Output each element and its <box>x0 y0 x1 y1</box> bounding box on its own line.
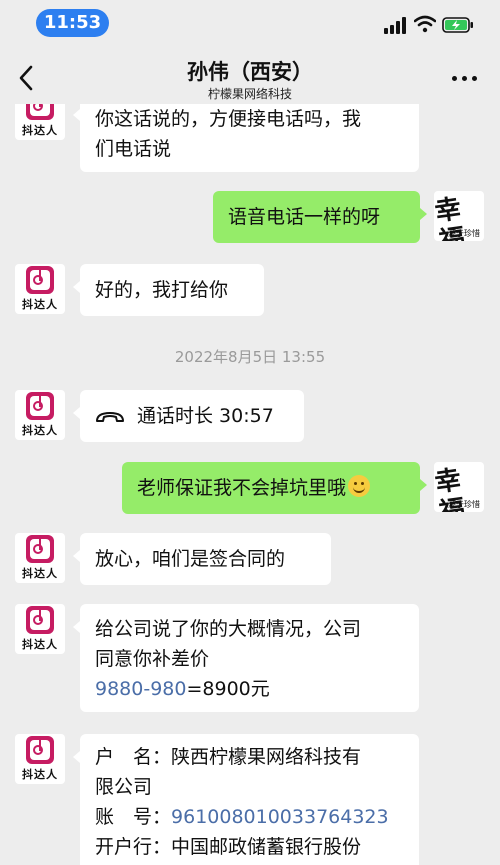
avatar-small-text: 源于珍惜 <box>448 500 480 509</box>
status-bar: 11:53 <box>0 0 500 48</box>
message-bubble-outgoing[interactable]: 语音电话一样的呀 <box>213 191 427 243</box>
message-link[interactable]: 9880-980 <box>95 678 186 700</box>
message-text: 限公司 <box>95 776 153 798</box>
message-text: 你这话说的，方便接电话吗，我 <box>95 108 362 130</box>
chat-header: 孙伟（西安） 柠檬果网络科技 <box>0 48 500 104</box>
chat-title: 孙伟（西安） <box>187 60 313 84</box>
phone-handset-icon <box>96 411 124 422</box>
status-time: 11:53 <box>36 9 109 37</box>
account-number-link[interactable]: 961008010033764323 <box>171 806 389 828</box>
my-avatar[interactable]: 幸福 源于珍惜 <box>434 191 484 241</box>
contact-avatar[interactable]: 抖达人 <box>15 264 65 314</box>
avatar-caption: 抖达人 <box>22 768 58 781</box>
avatar-caption: 抖达人 <box>22 638 58 651</box>
call-duration-text: 通话时长 30:57 <box>137 405 274 427</box>
message-text: =8900元 <box>186 678 270 700</box>
contact-avatar[interactable]: 抖达人 <box>15 390 65 440</box>
message-bubble-incoming[interactable]: 你这话说的，方便接电话吗，我 们电话说 <box>73 104 419 172</box>
avatar-caption: 抖达人 <box>22 424 58 437</box>
contact-avatar[interactable]: 抖达人 <box>15 734 65 784</box>
more-dots-icon[interactable] <box>452 76 478 82</box>
message-bubble-incoming[interactable]: 给公司说了你的大概情况，公司 同意你补差价 9880-980=8900元 <box>73 604 419 712</box>
message-text: 户 名：陕西柠檬果网络科技有 <box>95 746 362 768</box>
account-label: 账 号： <box>95 806 172 828</box>
message-timestamp: 2022年8月5日 13:55 <box>174 348 326 366</box>
smile-emoji-icon <box>348 475 371 497</box>
message-bubble-incoming[interactable]: 好的，我打给你 <box>73 264 264 316</box>
message-text: 语音电话一样的呀 <box>228 206 381 228</box>
message-text: 老师保证我不会掉坑里哦 <box>137 477 347 499</box>
chat-subtitle: 柠檬果网络科技 <box>207 87 292 101</box>
message-text: 们电话说 <box>95 138 172 160</box>
contact-avatar[interactable]: 抖达人 <box>15 533 65 583</box>
my-avatar[interactable]: 幸福 源于珍惜 <box>434 462 484 512</box>
contact-avatar[interactable]: 抖达人 <box>15 604 65 654</box>
message-text: 同意你补差价 <box>95 648 210 670</box>
message-bubble-incoming[interactable]: 户 名：陕西柠檬果网络科技有 限公司 账 号：96100801003376432… <box>73 734 419 865</box>
avatar-small-text: 源于珍惜 <box>448 229 480 238</box>
call-record-bubble[interactable]: 通话时长 30:57 <box>73 390 304 442</box>
message-text: 开户行：中国邮政储蓄银行股份 <box>95 836 362 858</box>
message-bubble-outgoing[interactable]: 老师保证我不会掉坑里哦 <box>122 462 427 514</box>
avatar-caption: 抖达人 <box>22 124 58 137</box>
avatar-caption: 抖达人 <box>22 298 58 311</box>
message-text: 放心，咱们是签合同的 <box>95 548 286 570</box>
battery-charging-icon <box>442 17 473 33</box>
contact-avatar[interactable]: 抖达人 <box>15 104 65 140</box>
message-bubble-incoming[interactable]: 放心，咱们是签合同的 <box>73 533 331 585</box>
signal-icon <box>384 17 408 34</box>
message-text: 好的，我打给你 <box>95 279 229 301</box>
avatar-caption: 抖达人 <box>22 567 58 580</box>
wifi-icon <box>414 15 436 33</box>
message-list[interactable]: 抖达人 你这话说的，方便接电话吗，我 们电话说 语音电话一样的呀 幸福 源于珍惜… <box>0 104 500 865</box>
message-text: 给公司说了你的大概情况，公司 <box>95 618 362 640</box>
